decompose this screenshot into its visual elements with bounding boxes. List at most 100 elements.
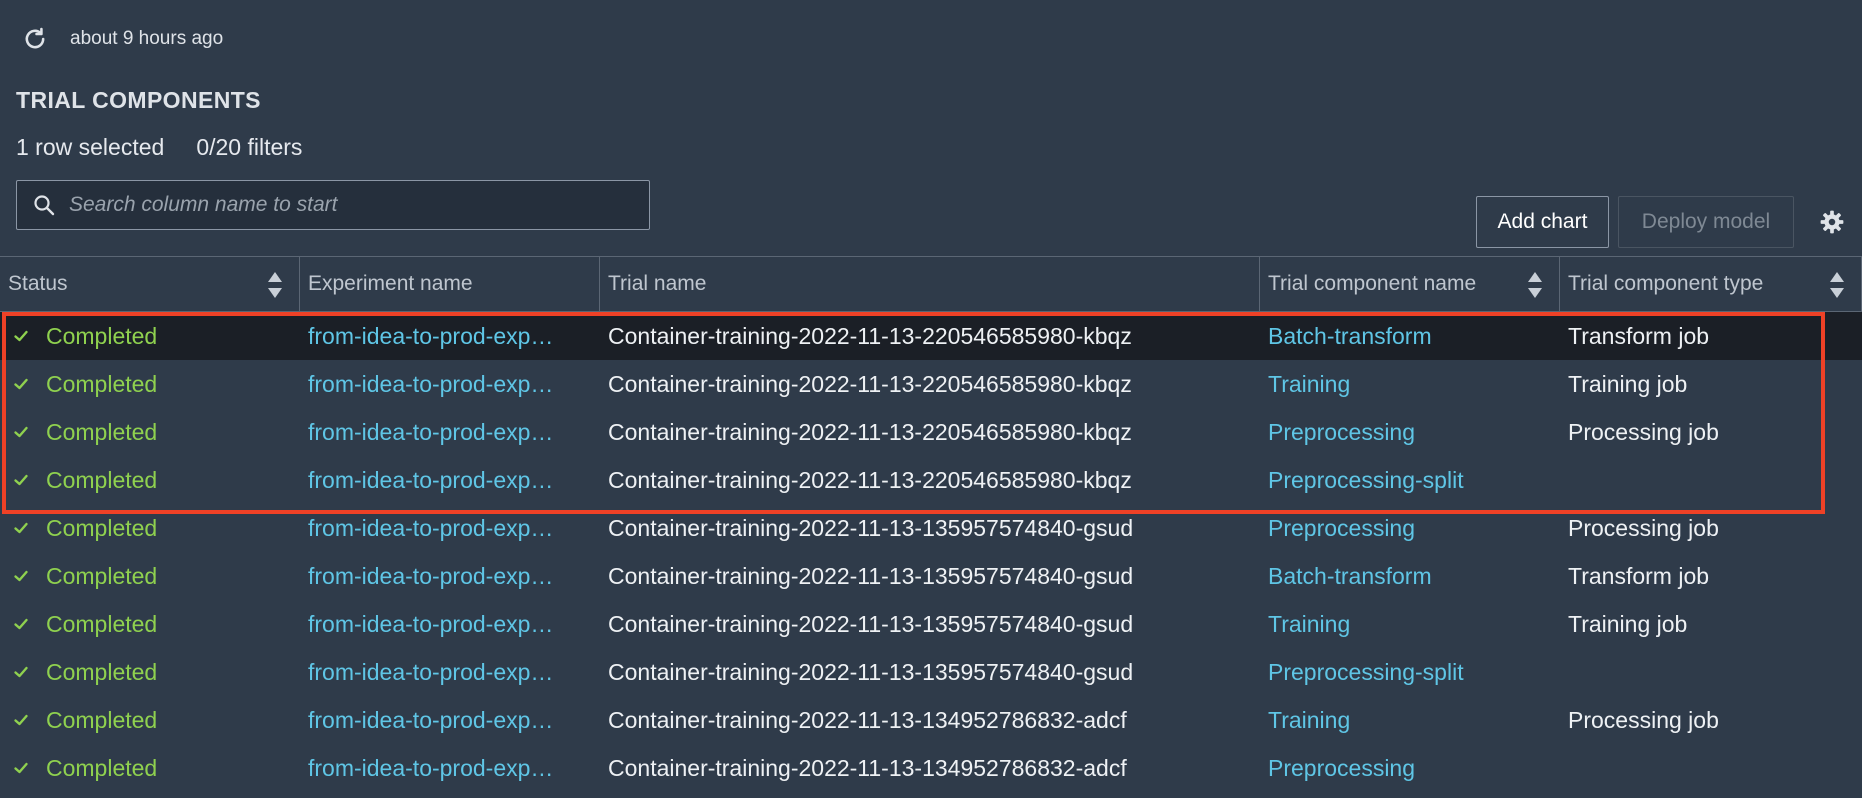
search-icon	[31, 192, 57, 218]
trial-name-text: Container-training-2022-11-13-1349527868…	[608, 754, 1127, 781]
trial-component-type-text: Processing job	[1568, 706, 1719, 733]
trial-name-text: Container-training-2022-11-13-2205465859…	[608, 418, 1132, 445]
check-icon	[12, 711, 30, 729]
trial-component-name-link[interactable]: Preprocessing	[1260, 755, 1560, 782]
column-header-label: Trial component name	[1268, 272, 1477, 295]
status-cell: Completed	[0, 515, 300, 542]
table-row[interactable]: Completed from-idea-to-prod-exp… Contain…	[0, 552, 1862, 600]
check-icon	[12, 519, 30, 537]
table-body: Completed from-idea-to-prod-exp… Contain…	[0, 312, 1862, 792]
table-row[interactable]: Completed from-idea-to-prod-exp… Contain…	[0, 312, 1862, 360]
status-text: Completed	[46, 466, 158, 493]
status-text: Completed	[46, 610, 158, 637]
status-text: Completed	[46, 514, 158, 541]
table-row[interactable]: Completed from-idea-to-prod-exp… Contain…	[0, 600, 1862, 648]
trial-component-type-text: Training job	[1568, 370, 1688, 397]
trial-component-name-link[interactable]: Preprocessing	[1260, 515, 1560, 542]
trial-name-text: Container-training-2022-11-13-2205465859…	[608, 322, 1132, 349]
column-header-experiment-name[interactable]: Experiment name	[300, 257, 600, 311]
column-header-trial-component-name[interactable]: Trial component name	[1260, 257, 1560, 311]
trial-name-text: Container-training-2022-11-13-1359575748…	[608, 562, 1134, 589]
experiment-name-link[interactable]: from-idea-to-prod-exp…	[300, 323, 600, 350]
last-refreshed-text: about 9 hours ago	[70, 28, 224, 49]
trial-name-text: Container-training-2022-11-13-2205465859…	[608, 466, 1132, 493]
check-icon	[12, 423, 30, 441]
table-row[interactable]: Completed from-idea-to-prod-exp… Contain…	[0, 504, 1862, 552]
check-icon	[12, 471, 30, 489]
column-header-label: Trial name	[608, 272, 707, 295]
table-row[interactable]: Completed from-idea-to-prod-exp… Contain…	[0, 360, 1862, 408]
column-header-label: Trial component type	[1568, 272, 1764, 295]
check-icon	[12, 759, 30, 777]
experiment-name-link[interactable]: from-idea-to-prod-exp…	[300, 419, 600, 446]
status-text: Completed	[46, 370, 158, 397]
gear-icon[interactable]	[1817, 207, 1847, 237]
experiment-name-link[interactable]: from-idea-to-prod-exp…	[300, 659, 600, 686]
trial-name-text: Container-training-2022-11-13-2205465859…	[608, 370, 1132, 397]
check-icon	[12, 615, 30, 633]
table-row[interactable]: Completed from-idea-to-prod-exp… Contain…	[0, 696, 1862, 744]
experiment-name-link[interactable]: from-idea-to-prod-exp…	[300, 515, 600, 542]
status-text: Completed	[46, 754, 158, 781]
trial-component-name-link[interactable]: Training	[1260, 371, 1560, 398]
trial-component-name-link[interactable]: Preprocessing-split	[1260, 467, 1560, 494]
status-cell: Completed	[0, 419, 300, 446]
status-text: Completed	[46, 418, 158, 445]
status-cell: Completed	[0, 707, 300, 734]
deploy-model-button[interactable]: Deploy model	[1618, 196, 1794, 248]
experiment-name-link[interactable]: from-idea-to-prod-exp…	[300, 563, 600, 590]
trial-component-name-link[interactable]: Training	[1260, 707, 1560, 734]
trial-component-name-link[interactable]: Preprocessing	[1260, 419, 1560, 446]
trial-component-type-text: Transform job	[1568, 562, 1710, 589]
table-row[interactable]: Completed from-idea-to-prod-exp… Contain…	[0, 744, 1862, 792]
table-row[interactable]: Completed from-idea-to-prod-exp… Contain…	[0, 456, 1862, 504]
status-cell: Completed	[0, 563, 300, 590]
status-cell: Completed	[0, 323, 300, 350]
experiment-name-link[interactable]: from-idea-to-prod-exp…	[300, 611, 600, 638]
status-cell: Completed	[0, 659, 300, 686]
trial-component-type-text: Processing job	[1568, 514, 1719, 541]
sort-icon[interactable]	[1527, 270, 1543, 300]
trial-component-type-text: Training job	[1568, 610, 1688, 637]
status-text: Completed	[46, 562, 158, 589]
trial-name-text: Container-training-2022-11-13-1359575748…	[608, 658, 1134, 685]
check-icon	[12, 663, 30, 681]
filters-count-text[interactable]: 0/20 filters	[196, 134, 302, 161]
trial-component-name-link[interactable]: Batch-transform	[1260, 563, 1560, 590]
column-header-status[interactable]: Status	[0, 257, 300, 311]
column-header-trial-component-type[interactable]: Trial component type	[1560, 257, 1862, 311]
refresh-row: about 9 hours ago	[20, 24, 223, 54]
trial-component-name-link[interactable]: Batch-transform	[1260, 323, 1560, 350]
status-cell: Completed	[0, 371, 300, 398]
selection-meta: 1 row selected 0/20 filters	[16, 134, 302, 161]
sort-icon[interactable]	[267, 270, 283, 300]
column-header-label: Experiment name	[308, 272, 473, 295]
experiment-name-link[interactable]: from-idea-to-prod-exp…	[300, 707, 600, 734]
column-header-trial-name[interactable]: Trial name	[600, 257, 1260, 311]
status-cell: Completed	[0, 755, 300, 782]
column-header-label: Status	[8, 272, 68, 295]
table-row[interactable]: Completed from-idea-to-prod-exp… Contain…	[0, 648, 1862, 696]
check-icon	[12, 327, 30, 345]
status-text: Completed	[46, 658, 158, 685]
status-text: Completed	[46, 322, 158, 349]
check-icon	[12, 567, 30, 585]
trial-component-name-link[interactable]: Training	[1260, 611, 1560, 638]
experiment-name-link[interactable]: from-idea-to-prod-exp…	[300, 371, 600, 398]
trial-name-text: Container-training-2022-11-13-1359575748…	[608, 610, 1134, 637]
experiment-name-link[interactable]: from-idea-to-prod-exp…	[300, 467, 600, 494]
table-row[interactable]: Completed from-idea-to-prod-exp… Contain…	[0, 408, 1862, 456]
table-header: Status Experiment name Trial name Trial …	[0, 256, 1862, 312]
experiment-name-link[interactable]: from-idea-to-prod-exp…	[300, 755, 600, 782]
rows-selected-text: 1 row selected	[16, 134, 165, 160]
search-input[interactable]	[57, 180, 649, 230]
add-chart-button[interactable]: Add chart	[1476, 196, 1609, 248]
trial-component-type-text: Processing job	[1568, 418, 1719, 445]
sort-icon[interactable]	[1829, 270, 1845, 300]
check-icon	[12, 375, 30, 393]
trial-name-text: Container-training-2022-11-13-1359575748…	[608, 514, 1134, 541]
status-cell: Completed	[0, 467, 300, 494]
trial-component-name-link[interactable]: Preprocessing-split	[1260, 659, 1560, 686]
status-text: Completed	[46, 706, 158, 733]
refresh-icon[interactable]	[20, 24, 50, 54]
